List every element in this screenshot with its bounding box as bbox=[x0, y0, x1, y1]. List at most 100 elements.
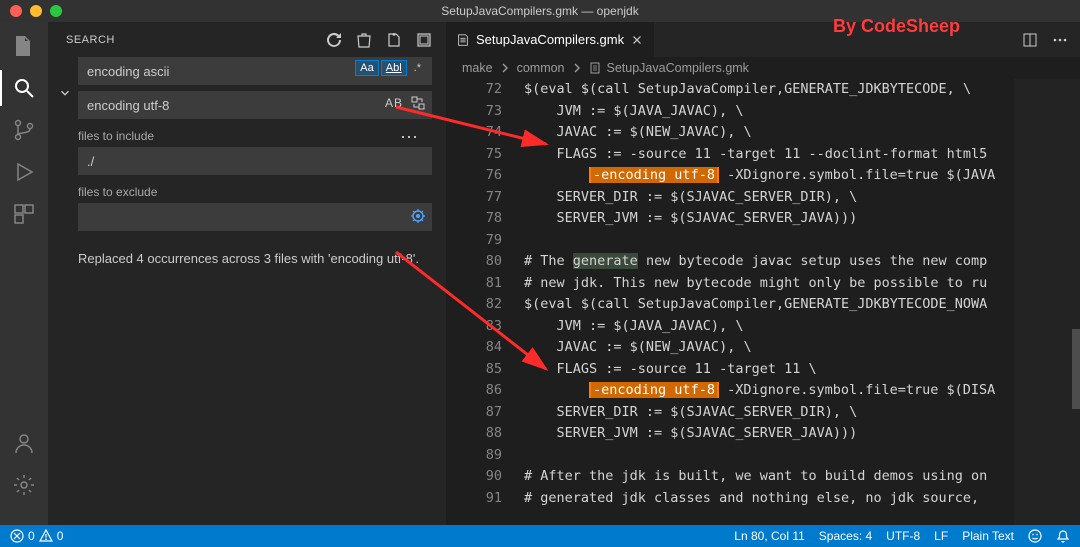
status-bar: 0 0 Ln 80, Col 11 Spaces: 4 UTF-8 LF Pla… bbox=[0, 525, 1080, 547]
status-feedback[interactable] bbox=[1028, 529, 1042, 543]
code-line[interactable]: JAVAC := $(NEW_JAVAC), \ bbox=[524, 339, 1010, 355]
extensions-icon bbox=[12, 202, 36, 226]
files-include-input[interactable] bbox=[78, 147, 432, 175]
chevron-right-icon bbox=[571, 62, 583, 74]
files-icon bbox=[12, 34, 36, 58]
code-line[interactable]: SERVER_DIR := $(SJAVAC_SERVER_DIR), \ bbox=[524, 189, 1010, 205]
status-problems[interactable]: 0 0 bbox=[10, 529, 63, 543]
line-number: 87 bbox=[446, 404, 502, 420]
window-title: SetupJavaCompilers.gmk — openjdk bbox=[441, 4, 638, 18]
editor: SetupJavaCompilers.gmk make common Setup… bbox=[446, 22, 1080, 525]
more-icon[interactable] bbox=[1052, 32, 1068, 48]
include-label: files to include bbox=[78, 129, 432, 143]
account-icon bbox=[12, 431, 36, 455]
code-line[interactable]: -encoding utf-8 -XDignore.symbol.file=tr… bbox=[524, 167, 1010, 183]
code-line[interactable]: FLAGS := -source 11 -target 11 \ bbox=[524, 361, 1010, 377]
line-number: 91 bbox=[446, 490, 502, 506]
tab-label: SetupJavaCompilers.gmk bbox=[476, 32, 624, 47]
activity-account[interactable] bbox=[0, 431, 48, 455]
breadcrumb-segment[interactable]: make bbox=[462, 61, 493, 75]
search-match-highlight: -encoding utf-8 bbox=[589, 167, 719, 183]
split-editor-icon[interactable] bbox=[1022, 32, 1038, 48]
tab-active[interactable]: SetupJavaCompilers.gmk bbox=[446, 22, 654, 57]
main: SEARCH Aa Abl .* bbox=[0, 22, 1080, 525]
warning-icon bbox=[39, 529, 53, 543]
activity-explorer[interactable] bbox=[0, 34, 48, 58]
line-number: 88 bbox=[446, 425, 502, 441]
replace-input[interactable] bbox=[78, 91, 432, 119]
regex-toggle[interactable]: .* bbox=[409, 60, 426, 76]
toggle-replace-button[interactable] bbox=[58, 57, 72, 119]
line-number: 77 bbox=[446, 189, 502, 205]
window-controls bbox=[10, 5, 62, 17]
play-bug-icon bbox=[12, 160, 36, 184]
use-exclude-settings-icon[interactable] bbox=[410, 208, 426, 224]
line-number: 72 bbox=[446, 81, 502, 97]
activity-bar bbox=[0, 22, 48, 525]
gear-icon bbox=[12, 473, 36, 497]
search-sidebar: SEARCH Aa Abl .* bbox=[48, 22, 446, 525]
code-line[interactable]: $(eval $(call SetupJavaCompiler,GENERATE… bbox=[524, 296, 1010, 312]
chevron-down-icon bbox=[58, 86, 72, 100]
line-number: 89 bbox=[446, 447, 502, 463]
code-line[interactable]: -encoding utf-8 -XDignore.symbol.file=tr… bbox=[524, 382, 1010, 398]
status-eol[interactable]: LF bbox=[934, 529, 948, 543]
code-line[interactable]: # generated jdk classes and nothing else… bbox=[524, 490, 1010, 506]
breadcrumb[interactable]: make common SetupJavaCompilers.gmk bbox=[446, 57, 1080, 79]
activity-search[interactable] bbox=[0, 76, 48, 100]
activity-extensions[interactable] bbox=[0, 202, 48, 226]
watermark-text: By CodeSheep bbox=[833, 16, 960, 37]
maximize-window-button[interactable] bbox=[50, 5, 62, 17]
status-encoding[interactable]: UTF-8 bbox=[886, 529, 920, 543]
code-line[interactable]: # new jdk. This new bytecode might only … bbox=[524, 275, 1010, 291]
smiley-icon bbox=[1028, 529, 1042, 543]
activity-settings[interactable] bbox=[0, 473, 48, 497]
minimap-viewport[interactable] bbox=[1072, 329, 1080, 409]
exclude-label: files to exclude bbox=[78, 185, 432, 199]
code-line[interactable]: FLAGS := -source 11 -target 11 --doclint… bbox=[524, 146, 1010, 162]
annotation-arrow bbox=[391, 102, 561, 162]
files-exclude-input[interactable] bbox=[78, 203, 432, 231]
status-language[interactable]: Plain Text bbox=[962, 529, 1014, 543]
code-line[interactable]: SERVER_JVM := $(SJAVAC_SERVER_JAVA))) bbox=[524, 210, 1010, 226]
search-match-highlight: -encoding utf-8 bbox=[589, 382, 719, 398]
code-line[interactable]: SERVER_DIR := $(SJAVAC_SERVER_DIR), \ bbox=[524, 404, 1010, 420]
code-line[interactable]: JVM := $(JAVA_JAVAC), \ bbox=[524, 318, 1010, 334]
error-icon bbox=[10, 529, 24, 543]
bell-icon bbox=[1056, 529, 1070, 543]
line-number: 76 bbox=[446, 167, 502, 183]
code-line[interactable]: # The generate new bytecode javac setup … bbox=[524, 253, 1010, 269]
status-notifications[interactable] bbox=[1056, 529, 1070, 543]
line-number: 78 bbox=[446, 210, 502, 226]
refresh-icon[interactable] bbox=[326, 32, 342, 48]
search-status-message: Replaced 4 occurrences across 3 files wi… bbox=[78, 249, 432, 269]
annotation-arrow bbox=[391, 247, 561, 387]
file-lines-icon bbox=[589, 62, 601, 74]
match-word-toggle[interactable]: Abl bbox=[381, 60, 407, 76]
close-window-button[interactable] bbox=[10, 5, 22, 17]
code-line[interactable]: $(eval $(call SetupJavaCompiler,GENERATE… bbox=[524, 81, 1010, 97]
editor-tabs: SetupJavaCompilers.gmk bbox=[446, 22, 1080, 57]
breadcrumb-segment[interactable]: SetupJavaCompilers.gmk bbox=[607, 61, 749, 75]
activity-source-control[interactable] bbox=[0, 118, 48, 142]
code-line[interactable]: SERVER_JVM := $(SJAVAC_SERVER_JAVA))) bbox=[524, 425, 1010, 441]
clear-icon[interactable] bbox=[356, 32, 372, 48]
status-ln-col[interactable]: Ln 80, Col 11 bbox=[734, 529, 805, 543]
code-line[interactable]: JVM := $(JAVA_JAVAC), \ bbox=[524, 103, 1010, 119]
sidebar-header: SEARCH bbox=[48, 22, 446, 57]
minimize-window-button[interactable] bbox=[30, 5, 42, 17]
line-number: 79 bbox=[446, 232, 502, 248]
minimap[interactable] bbox=[1014, 79, 1080, 525]
search-icon bbox=[12, 76, 36, 100]
activity-debug[interactable] bbox=[0, 160, 48, 184]
status-spaces[interactable]: Spaces: 4 bbox=[819, 529, 872, 543]
collapse-icon[interactable] bbox=[416, 32, 432, 48]
breadcrumb-segment[interactable]: common bbox=[517, 61, 565, 75]
code-line[interactable]: # After the jdk is built, we want to bui… bbox=[524, 468, 1010, 484]
close-icon[interactable] bbox=[630, 33, 644, 47]
chevron-right-icon bbox=[499, 62, 511, 74]
match-case-toggle[interactable]: Aa bbox=[355, 60, 378, 76]
code-line[interactable]: JAVAC := $(NEW_JAVAC), \ bbox=[524, 124, 1010, 140]
new-file-icon[interactable] bbox=[386, 32, 402, 48]
file-lines-icon bbox=[456, 33, 470, 47]
